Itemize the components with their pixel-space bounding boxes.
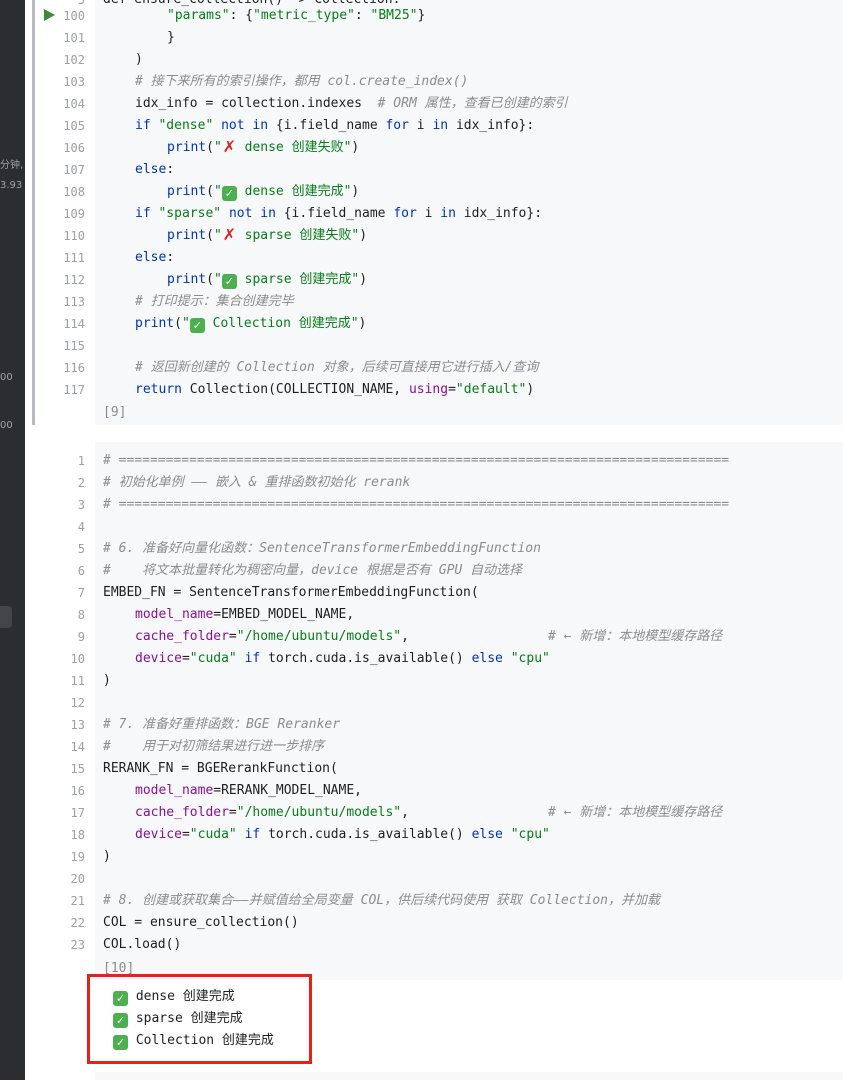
code-line[interactable]: # ======================================…: [103, 494, 729, 516]
code-line[interactable]: print(" ✓ Collection 创建完成"): [135, 313, 366, 335]
code-line[interactable]: EMBED_FN = SentenceTransformerEmbeddingF…: [103, 582, 479, 604]
code-line[interactable]: ): [103, 670, 111, 692]
line-number: 22: [70, 916, 85, 930]
code-line[interactable]: RERANK_FN = BGERerankFunction(: [103, 758, 338, 780]
cross-mark-icon: ✗: [222, 137, 236, 156]
code-line[interactable]: cache_folder="/home/ubuntu/models", # ← 新…: [135, 802, 722, 824]
line-number: 107: [63, 163, 85, 177]
line-number: 15: [70, 762, 85, 776]
code-line[interactable]: "params": {"metric_type": "BM25"}: [167, 5, 425, 27]
line-number: 2: [77, 476, 85, 490]
check-mark-icon: ✓: [189, 318, 205, 333]
execution-count: [9]: [103, 405, 127, 420]
code-line[interactable]: # 7. 准备好重排函数：BGE Reranker: [103, 714, 340, 736]
code-line[interactable]: else:: [135, 159, 174, 181]
code-line[interactable]: # 打印提示：集合创建完毕: [135, 291, 294, 313]
line-number: 14: [70, 740, 85, 754]
line-number: 106: [63, 141, 85, 155]
highlight-annotation-box: [87, 974, 312, 1064]
code-line[interactable]: # 将文本批量转化为稠密向量，device 根据是否有 GPU 自动选择: [103, 560, 522, 582]
side-panel-text: 分钟,: [0, 160, 24, 171]
code-line[interactable]: COL.load(): [103, 934, 181, 956]
line-number: 102: [63, 53, 85, 67]
code-line[interactable]: # ======================================…: [103, 450, 729, 472]
line-number: 104: [63, 97, 85, 111]
line-number: 20: [70, 872, 85, 886]
next-cell[interactable]: [95, 1072, 843, 1080]
line-number: 4: [77, 520, 85, 534]
side-panel-chip[interactable]: [0, 606, 12, 628]
line-number: 1: [77, 454, 85, 468]
line-number: 17: [70, 806, 85, 820]
line-number: 100: [63, 9, 85, 23]
line-number: 6: [77, 564, 85, 578]
line-number: 21: [70, 894, 85, 908]
code-line[interactable]: model_name=EMBED_MODEL_NAME,: [135, 604, 354, 626]
side-panel-text: 3.93: [0, 180, 23, 191]
code-line[interactable]: return Collection(COLLECTION_NAME, using…: [135, 379, 534, 401]
line-number: 7: [77, 586, 85, 600]
code-line[interactable]: else:: [135, 247, 174, 269]
line-number: 18: [70, 828, 85, 842]
code-line[interactable]: COL = ensure_collection(): [103, 912, 299, 934]
code-line[interactable]: print("✗ sparse 创建失败"): [167, 225, 367, 247]
line-number: 8: [77, 608, 85, 622]
side-panel-text: 00: [0, 420, 13, 431]
line-number: 115: [63, 339, 85, 353]
left-side-panel: 分钟, 3.93 00 00: [0, 0, 25, 1080]
code-line[interactable]: }: [167, 27, 175, 49]
line-number: 3: [77, 498, 85, 512]
line-number: 9: [77, 630, 85, 644]
code-line[interactable]: ): [135, 49, 143, 71]
code-line[interactable]: # 接下来所有的索引操作，都用 col.create_index(): [135, 71, 468, 93]
code-line[interactable]: # 6. 准备好向量化函数：SentenceTransformerEmbeddi…: [103, 538, 541, 560]
line-number: 116: [63, 361, 85, 375]
cross-mark-icon: ✗: [222, 225, 236, 244]
line-number: 114: [63, 317, 85, 331]
line-number: 112: [63, 273, 85, 287]
line-number: 10: [70, 652, 85, 666]
line-number: 16: [70, 784, 85, 798]
check-mark-icon: ✓: [221, 186, 237, 201]
line-number: 101: [63, 31, 85, 45]
line-number: 113: [63, 295, 85, 309]
line-number: 110: [63, 229, 85, 243]
side-panel-text: 00: [0, 372, 13, 383]
code-line[interactable]: ): [103, 846, 111, 868]
code-line[interactable]: device="cuda" if torch.cuda.is_available…: [135, 648, 550, 670]
line-number: 12: [70, 696, 85, 710]
code-line[interactable]: print(" ✓ sparse 创建完成"): [167, 269, 367, 291]
code-line[interactable]: print(" ✓ dense 创建完成"): [167, 181, 359, 203]
code-line[interactable]: print("✗ dense 创建失败"): [167, 137, 359, 159]
code-line[interactable]: # 用于对初筛结果进行进一步排序: [103, 736, 324, 758]
line-number: 13: [70, 718, 85, 732]
line-number: 111: [63, 251, 85, 265]
code-line[interactable]: # 初始化单例 —— 嵌入 & 重排函数初始化 rerank: [103, 472, 410, 494]
code-line[interactable]: # 8. 创建或获取集合——并赋值给全局变量 COL，供后续代码使用 获取 Co…: [103, 890, 660, 912]
line-number: 5: [77, 542, 85, 556]
code-line[interactable]: if "dense" not in {i.field_name for i in…: [135, 115, 534, 137]
code-line[interactable]: if "sparse" not in {i.field_name for i i…: [135, 203, 542, 225]
code-line[interactable]: cache_folder="/home/ubuntu/models", # ← 新…: [135, 626, 722, 648]
line-number: 19: [70, 850, 85, 864]
code-line[interactable]: # 返回新创建的 Collection 对象，后续可直接用它进行插入/查询: [135, 357, 538, 379]
line-number: 105: [63, 119, 85, 133]
line-number: 23: [70, 938, 85, 952]
line-number: 108: [63, 185, 85, 199]
check-mark-icon: ✓: [221, 274, 237, 289]
code-line[interactable]: model_name=RERANK_MODEL_NAME,: [135, 780, 362, 802]
line-number: 109: [63, 207, 85, 221]
line-number: 117: [63, 383, 85, 397]
code-line[interactable]: idx_info = collection.indexes # ORM 属性，查…: [135, 93, 568, 115]
line-number: 103: [63, 75, 85, 89]
code-line[interactable]: device="cuda" if torch.cuda.is_available…: [135, 824, 550, 846]
line-number: 11: [70, 674, 85, 688]
